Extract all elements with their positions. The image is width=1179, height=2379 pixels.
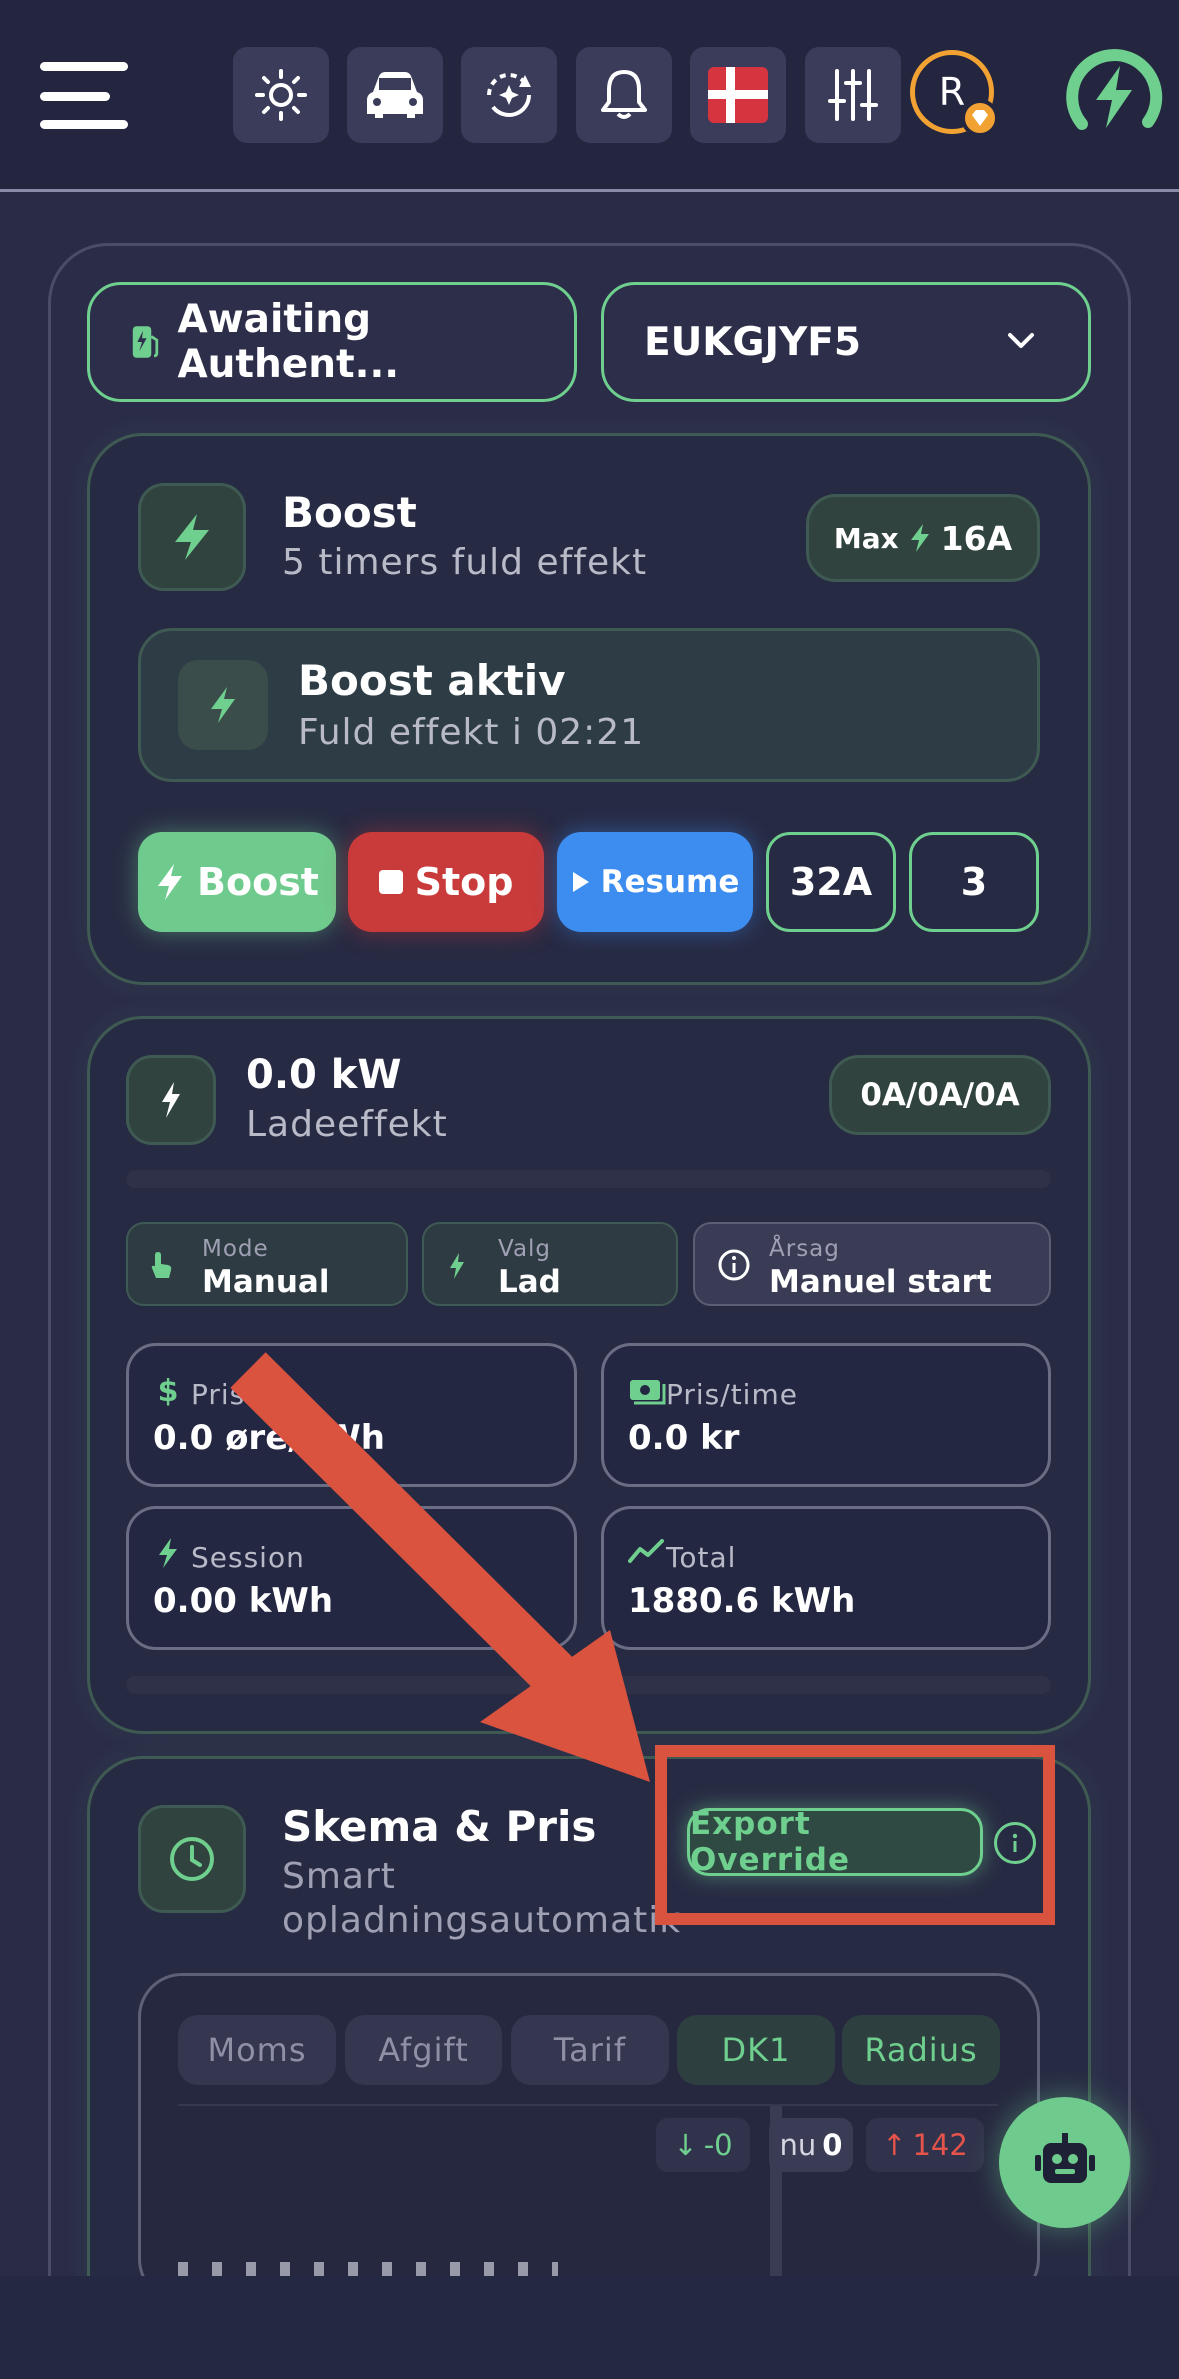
max-price-badge: ↑ 142 <box>866 2118 984 2172</box>
robot-icon <box>1034 2132 1095 2183</box>
down-arrow-icon: ↓ <box>673 2128 698 2162</box>
assistant-robot-button[interactable] <box>999 2097 1130 2228</box>
tab-afgift[interactable]: Afgift <box>345 2015 502 2085</box>
min-price-value: -0 <box>703 2128 733 2162</box>
now-label: nu <box>779 2128 817 2162</box>
max-price-value: 142 <box>912 2128 968 2162</box>
chart-divider <box>178 2104 998 2106</box>
now-price-value: 0 <box>822 2128 843 2162</box>
min-price-badge: ↓ -0 <box>656 2118 750 2172</box>
up-arrow-icon: ↑ <box>882 2128 907 2162</box>
tab-dk1[interactable]: DK1 <box>677 2015 835 2085</box>
now-price-badge: nu 0 <box>769 2118 853 2172</box>
bottom-bar <box>0 2276 1179 2379</box>
tab-tarif[interactable]: Tarif <box>511 2015 669 2085</box>
tab-radius[interactable]: Radius <box>842 2015 1000 2085</box>
tab-moms[interactable]: Moms <box>178 2015 336 2085</box>
